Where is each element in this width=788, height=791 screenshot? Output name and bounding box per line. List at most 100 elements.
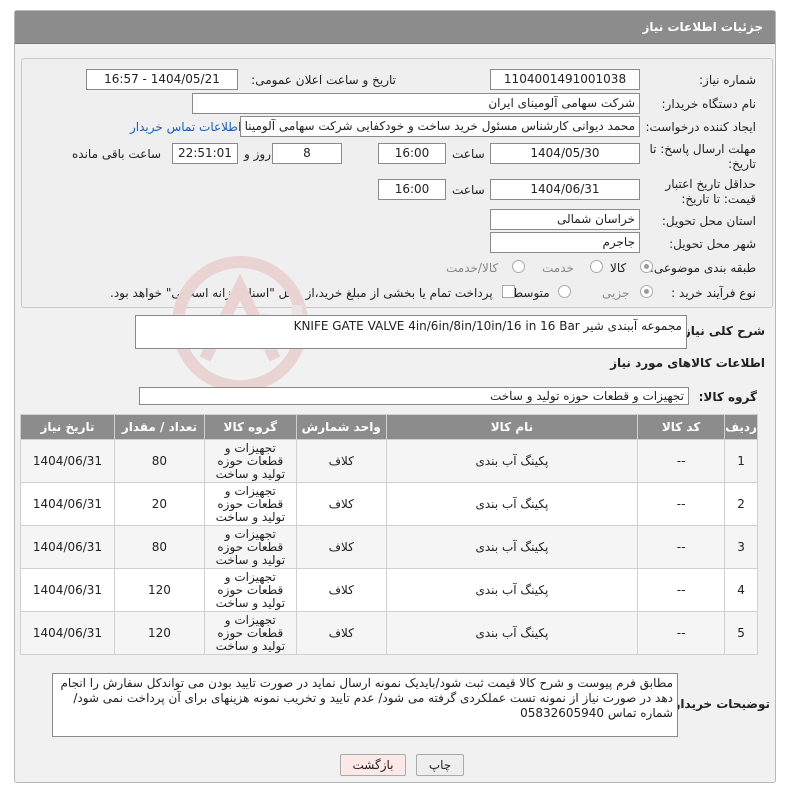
- cell-row: 1: [724, 439, 758, 483]
- cell-name: پکینگ آب بندی: [385, 568, 639, 612]
- page-title: جزئیات اطلاعات نیاز: [642, 20, 763, 34]
- table-header-row: ردیف کد کالا نام کالا واحد شمارش گروه کا…: [20, 414, 758, 440]
- table-row[interactable]: 5 -- پکینگ آب بندی کلاف تجهیزات و قطعات …: [20, 611, 758, 655]
- back-button[interactable]: بازگشت: [340, 754, 406, 776]
- buyer-notes-label: توضیحات خریدار:: [668, 697, 770, 711]
- cell-qty: 120: [114, 568, 205, 612]
- cell-date: 1404/06/31: [20, 525, 115, 569]
- cell-qty: 120: [114, 611, 205, 655]
- province-label: استان محل تحویل:: [661, 214, 756, 228]
- remaining-time-field[interactable]: 22:51:01: [172, 143, 238, 164]
- cell-unit: کلاف: [295, 611, 387, 655]
- cell-name: پکینگ آب بندی: [385, 439, 639, 483]
- page-header: جزئیات اطلاعات نیاز: [15, 11, 775, 44]
- page-frame: جزئیات اطلاعات نیاز شماره نیاز: 11040014…: [14, 10, 776, 783]
- process-option-medium: متوسط: [512, 286, 550, 300]
- city-label: شهر محل تحویل:: [669, 237, 756, 251]
- goods-group-label: گروه کالا:: [698, 390, 757, 404]
- th-code: کد کالا: [637, 414, 726, 440]
- days-label: روز و: [244, 147, 271, 161]
- print-button[interactable]: چاپ: [416, 754, 464, 776]
- cell-date: 1404/06/31: [20, 568, 115, 612]
- cell-group: تجهیزات و قطعات حوزه تولید و ساخت: [203, 611, 297, 655]
- th-qty: تعداد / مقدار: [114, 414, 205, 440]
- price-date-field[interactable]: 1404/06/31: [490, 179, 640, 200]
- summary-label: شرح کلی نیاز:: [679, 324, 765, 338]
- category-option-goods: کالا: [610, 261, 627, 275]
- city-field[interactable]: جاجرم: [490, 232, 640, 253]
- price-time-field[interactable]: 16:00: [378, 179, 446, 200]
- table-row[interactable]: 4 -- پکینگ آب بندی کلاف تجهیزات و قطعات …: [20, 568, 758, 612]
- buyer-notes-field[interactable]: مطابق فرم پیوست و شرح کالا قیمت ثبت شود/…: [52, 673, 678, 737]
- cell-code: --: [637, 568, 726, 612]
- category-label: طبقه بندی موضوعی:: [649, 261, 756, 275]
- cell-unit: کلاف: [295, 568, 387, 612]
- category-radio-goods[interactable]: [640, 260, 653, 273]
- cell-unit: کلاف: [295, 439, 387, 483]
- table-row[interactable]: 1 -- پکینگ آب بندی کلاف تجهیزات و قطعات …: [20, 439, 758, 483]
- cell-group: تجهیزات و قطعات حوزه تولید و ساخت: [203, 439, 297, 483]
- cell-code: --: [637, 525, 726, 569]
- cell-row: 2: [724, 482, 758, 526]
- process-label: نوع فرآیند خرید :: [671, 286, 756, 300]
- need-number-field[interactable]: 1104001491001038: [490, 69, 640, 90]
- process-radio-medium[interactable]: [558, 285, 571, 298]
- cell-code: --: [637, 439, 726, 483]
- need-number-label: شماره نیاز:: [699, 73, 756, 87]
- category-radio-goods-service[interactable]: [512, 260, 525, 273]
- cell-qty: 80: [114, 439, 205, 483]
- buyer-org-field[interactable]: شرکت سهامی آلومینای ایران: [192, 93, 640, 114]
- cell-date: 1404/06/31: [20, 482, 115, 526]
- price-validity-label: حداقل تاریخ اعتبار قیمت: تا تاریخ:: [665, 177, 756, 206]
- cell-code: --: [637, 611, 726, 655]
- cell-group: تجهیزات و قطعات حوزه تولید و ساخت: [203, 525, 297, 569]
- goods-group-field[interactable]: تجهیزات و قطعات حوزه تولید و ساخت: [139, 387, 689, 405]
- cell-group: تجهیزات و قطعات حوزه تولید و ساخت: [203, 568, 297, 612]
- reply-time-field[interactable]: 16:00: [378, 143, 446, 164]
- th-row: ردیف: [724, 414, 758, 440]
- cell-row: 5: [724, 611, 758, 655]
- cell-name: پکینگ آب بندی: [385, 611, 639, 655]
- cell-unit: کلاف: [295, 482, 387, 526]
- th-name: نام کالا: [385, 414, 639, 440]
- buyer-contact-link[interactable]: اطلاعات تماس خریدار: [130, 120, 241, 134]
- table-row[interactable]: 2 -- پکینگ آب بندی کلاف تجهیزات و قطعات …: [20, 482, 758, 526]
- remaining-label: ساعت باقی مانده: [72, 147, 162, 161]
- reply-deadline-label: مهلت ارسال پاسخ: تا تاریخ:: [649, 142, 756, 171]
- cell-date: 1404/06/31: [20, 439, 115, 483]
- process-option-minor: جزیی: [602, 286, 630, 300]
- payment-note: پرداخت تمام یا بخشی از مبلغ خرید،از محل …: [110, 286, 493, 300]
- table-row[interactable]: 3 -- پکینگ آب بندی کلاف تجهیزات و قطعات …: [20, 525, 758, 569]
- cell-date: 1404/06/31: [20, 611, 115, 655]
- price-time-label: ساعت: [452, 183, 485, 197]
- cell-qty: 20: [114, 482, 205, 526]
- cell-qty: 80: [114, 525, 205, 569]
- days-field[interactable]: 8: [272, 143, 342, 164]
- announce-label: تاریخ و ساعت اعلان عمومی:: [251, 73, 396, 87]
- cell-group: تجهیزات و قطعات حوزه تولید و ساخت: [203, 482, 297, 526]
- th-date: تاریخ نیاز: [20, 414, 115, 440]
- items-table: ردیف کد کالا نام کالا واحد شمارش گروه کا…: [20, 414, 758, 655]
- announce-field[interactable]: 1404/05/21 - 16:57: [86, 69, 238, 90]
- th-unit: واحد شمارش: [295, 414, 387, 440]
- need-info-panel: شماره نیاز: 1104001491001038 تاریخ و ساع…: [21, 58, 773, 308]
- buyer-org-label: نام دستگاه خریدار:: [661, 97, 757, 111]
- cell-row: 4: [724, 568, 758, 612]
- reply-date-field[interactable]: 1404/05/30: [490, 143, 640, 164]
- th-group: گروه کالا: [203, 414, 297, 440]
- province-field[interactable]: خراسان شمالی: [490, 209, 640, 230]
- creator-field[interactable]: محمد دیوانی کارشناس مسئول خرید ساخت و خو…: [240, 116, 640, 137]
- cell-name: پکینگ آب بندی: [385, 525, 639, 569]
- creator-label: ایجاد کننده درخواست:: [645, 120, 756, 134]
- cell-unit: کلاف: [295, 525, 387, 569]
- summary-field[interactable]: مجموعه آببندی شیر KNIFE GATE VALVE 4in/6…: [135, 315, 687, 349]
- treasury-checkbox[interactable]: [502, 285, 515, 298]
- cell-code: --: [637, 482, 726, 526]
- reply-time-label: ساعت: [452, 147, 485, 161]
- goods-section-title: اطلاعات کالاهای مورد نیاز: [610, 356, 765, 370]
- process-radio-minor[interactable]: [640, 285, 653, 298]
- category-radio-service[interactable]: [590, 260, 603, 273]
- cell-row: 3: [724, 525, 758, 569]
- category-option-service: خدمت: [542, 261, 574, 275]
- cell-name: پکینگ آب بندی: [385, 482, 639, 526]
